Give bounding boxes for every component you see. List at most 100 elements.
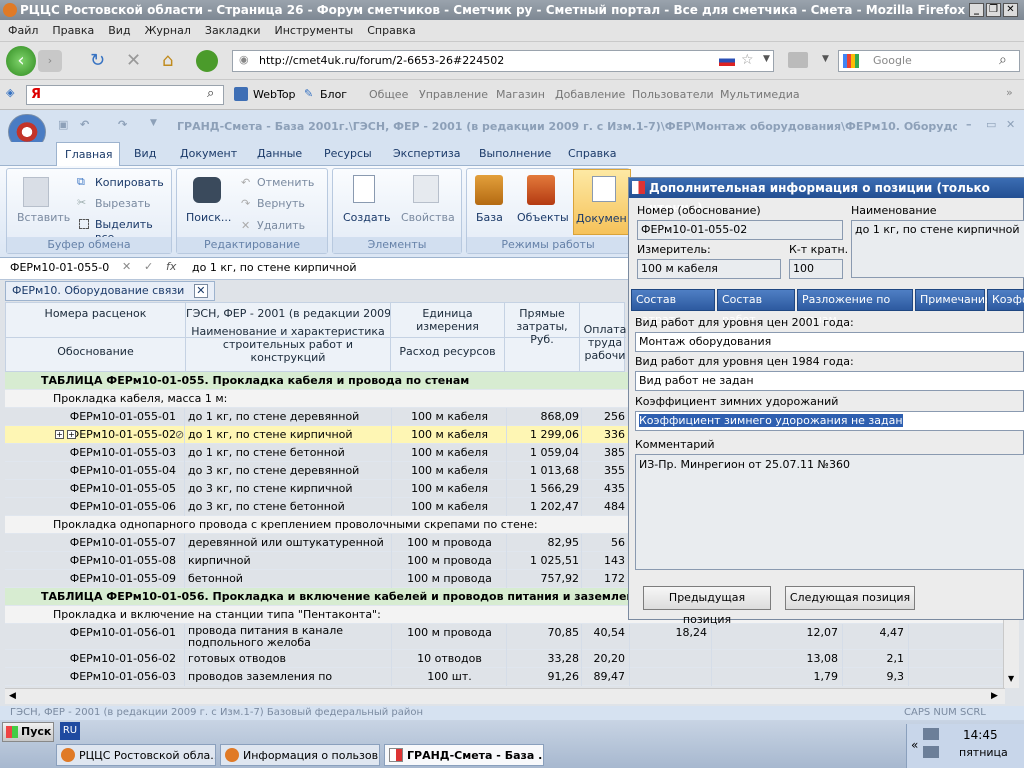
- table-row[interactable]: ФЕРм10-01-056-01 провода питания в канале…: [5, 624, 1017, 650]
- rate-unit-cell[interactable]: 100 м кабеля: [393, 498, 507, 516]
- labor-pay-cell[interactable]: 20,20: [583, 650, 630, 668]
- labor-pay-cell[interactable]: 89,47: [583, 668, 630, 686]
- stop-icon[interactable]: ✕: [126, 50, 141, 71]
- labor-pay-cell[interactable]: 143: [583, 552, 630, 570]
- rate-unit-cell[interactable]: 100 м провода: [393, 552, 507, 570]
- search-button[interactable]: Поиск...: [186, 211, 231, 224]
- bookmark-add[interactable]: Добавление: [555, 88, 625, 101]
- yandex-search-input[interactable]: Я ⌕: [26, 85, 224, 105]
- direct-cost-cell[interactable]: 70,85: [508, 624, 582, 650]
- cut-button[interactable]: Вырезать: [95, 197, 150, 210]
- search-icon[interactable]: ⌕: [999, 52, 1007, 68]
- rate-code-cell[interactable]: ФЕРм10-01-055-05: [5, 480, 185, 498]
- url-dropdown-icon[interactable]: ▼: [763, 54, 770, 64]
- maximize-button[interactable]: ❐: [986, 3, 1001, 17]
- toolbar-overflow-icon[interactable]: »: [1006, 86, 1013, 99]
- minimize-button[interactable]: _: [969, 3, 984, 17]
- create-button[interactable]: Создать: [343, 211, 391, 224]
- labor-pay-cell[interactable]: 355: [583, 462, 630, 480]
- tab-work-structure[interactable]: Состав работ: [717, 289, 795, 326]
- rate-name-cell[interactable]: деревянной или оштукатуренной: [186, 534, 392, 552]
- rate-code-cell[interactable]: ФЕРм10-01-055-06: [5, 498, 185, 516]
- menu-tools[interactable]: Инструменты: [275, 24, 354, 37]
- tab-document[interactable]: Документ: [172, 142, 245, 166]
- rate-name-cell[interactable]: до 3 кг, по стене кирпичной: [186, 480, 392, 498]
- rate-name-cell[interactable]: провода питания в канале подпольного жел…: [186, 624, 392, 650]
- qat-undo-icon[interactable]: ↶: [80, 118, 89, 131]
- rate-code-cell[interactable]: ФЕРм10-01-056-01: [5, 624, 185, 650]
- rate-code-cell[interactable]: ФЕРм10-01-055-01: [5, 408, 185, 426]
- tab-help[interactable]: Справка: [560, 142, 624, 166]
- machine-cost-cell[interactable]: [648, 650, 712, 668]
- labor-pay-cell[interactable]: 336: [583, 426, 630, 444]
- rate-code-cell[interactable]: ФЕРм10-01-056-03: [5, 668, 185, 686]
- search-input[interactable]: Google: [873, 54, 912, 67]
- labor-pay-cell[interactable]: 256: [583, 408, 630, 426]
- rate-name-cell[interactable]: проводов заземления по: [186, 668, 392, 686]
- document-mode-button[interactable]: Докумен: [573, 169, 631, 235]
- expand-icon[interactable]: +: [67, 430, 76, 439]
- labor-pay-cell[interactable]: 172: [583, 570, 630, 588]
- rate-name-cell[interactable]: до 1 кг, по стене кирпичной: [186, 426, 392, 444]
- work-1984-field[interactable]: Вид работ не задан: [635, 371, 1024, 391]
- rate-code-cell[interactable]: ФЕРм10-01-055-04: [5, 462, 185, 480]
- rate-unit-cell[interactable]: 100 м провода: [393, 534, 507, 552]
- multiplicity-field[interactable]: 100: [789, 259, 843, 279]
- rate-unit-cell[interactable]: 100 м кабеля: [393, 480, 507, 498]
- delete-button[interactable]: Удалить: [257, 219, 305, 232]
- table-row[interactable]: ФЕРм10-01-056-03 проводов заземления по 10…: [5, 668, 1017, 686]
- rate-name-cell[interactable]: до 1 кг, по стене деревянной: [186, 408, 392, 426]
- task-user-info[interactable]: Информация о пользов...: [220, 744, 380, 766]
- header-numbers[interactable]: Номера расценок: [6, 307, 185, 320]
- direct-cost-cell[interactable]: 1 025,51: [508, 552, 582, 570]
- cell-reference[interactable]: ФЕРм10-01-055-0: [10, 261, 114, 274]
- labor-pay-cell[interactable]: 40,54: [583, 624, 630, 650]
- direct-cost-cell[interactable]: 1 059,04: [508, 444, 582, 462]
- header-name[interactable]: Наименование и характеристика строительн…: [186, 325, 390, 364]
- qat-dropdown-icon[interactable]: ▼: [150, 118, 157, 128]
- paste-button[interactable]: Вставить: [17, 211, 70, 224]
- rate-name-cell[interactable]: до 3 кг, по стене бетонной: [186, 498, 392, 516]
- machine-cost-cell[interactable]: [648, 668, 712, 686]
- properties-button[interactable]: Свойства: [401, 211, 455, 224]
- menu-edit[interactable]: Правка: [52, 24, 94, 37]
- forward-icon[interactable]: ›: [38, 50, 62, 72]
- header-unit[interactable]: Единица измерения: [391, 307, 504, 333]
- reload-icon[interactable]: ↻: [90, 50, 105, 71]
- unit-field[interactable]: 100 м кабеля: [637, 259, 781, 279]
- rate-code-cell[interactable]: ФЕРм10-01-055-07: [5, 534, 185, 552]
- tab-expertise[interactable]: Экспертиза: [385, 142, 468, 166]
- task-grand-smeta[interactable]: ГРАНД-Смета - База ...: [384, 744, 544, 766]
- labor-cost-cell[interactable]: 12,07: [779, 624, 843, 650]
- bookmark-management[interactable]: Управление: [419, 88, 488, 101]
- undo-button[interactable]: Отменить: [257, 176, 314, 189]
- table-row[interactable]: ФЕРм10-01-056-02 готовых отводов 10 отводо…: [5, 650, 1017, 668]
- direct-cost-cell[interactable]: 1 566,29: [508, 480, 582, 498]
- back-icon[interactable]: ‹: [6, 46, 36, 76]
- rate-unit-cell[interactable]: 100 м провода: [393, 570, 507, 588]
- rate-unit-cell[interactable]: 100 м кабеля: [393, 426, 507, 444]
- function-icon[interactable]: fx: [166, 260, 176, 273]
- materials-cost-cell[interactable]: 2,1: [845, 650, 909, 668]
- header-labor-pay[interactable]: Оплата труда рабочи: [582, 323, 628, 362]
- tab-view[interactable]: Вид: [126, 142, 164, 166]
- bookmark-shop[interactable]: Магазин: [496, 88, 545, 101]
- winter-coef-field[interactable]: Коэффициент зимнего удорожания не задан: [635, 411, 1024, 431]
- tab-home[interactable]: Главная: [56, 142, 120, 166]
- tab-data[interactable]: Данные: [249, 142, 310, 166]
- header-consumption[interactable]: Расход ресурсов: [391, 345, 504, 358]
- cancel-edit-icon[interactable]: ✕: [122, 260, 131, 273]
- rate-unit-cell[interactable]: 100 м кабеля: [393, 444, 507, 462]
- close-button[interactable]: ✕: [1003, 3, 1018, 17]
- tab-notes[interactable]: Примечания: [915, 289, 992, 311]
- work-2001-field[interactable]: Монтаж оборудования: [635, 332, 1024, 352]
- direct-cost-cell[interactable]: 1 299,06: [508, 426, 582, 444]
- rate-unit-cell[interactable]: 100 м кабеля: [393, 408, 507, 426]
- labor-pay-cell[interactable]: 56: [583, 534, 630, 552]
- direct-cost-cell[interactable]: 82,95: [508, 534, 582, 552]
- task-browser[interactable]: РЦЦС Ростовской обла...: [56, 744, 216, 766]
- bookmark-multimedia[interactable]: Мультимедиа: [720, 88, 800, 101]
- qat-save-icon[interactable]: ▣: [58, 118, 68, 131]
- network-icon[interactable]: [923, 728, 939, 740]
- tab-resources[interactable]: Ресурсы: [316, 142, 380, 166]
